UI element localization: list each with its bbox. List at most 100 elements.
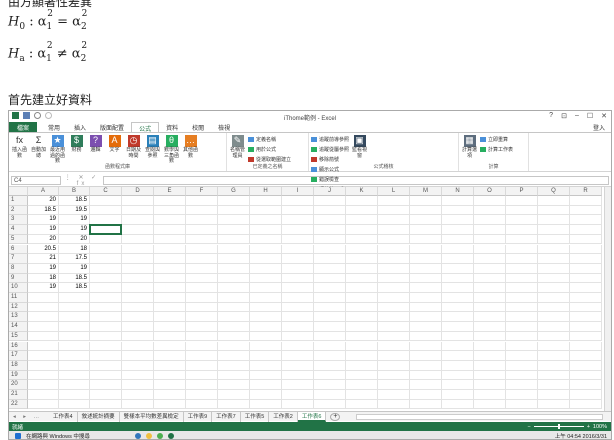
cell[interactable] xyxy=(410,312,442,323)
cell[interactable] xyxy=(570,234,602,245)
cell[interactable] xyxy=(346,399,378,410)
cell[interactable] xyxy=(506,283,538,293)
cell[interactable] xyxy=(90,263,122,274)
cell[interactable] xyxy=(474,196,506,206)
cell[interactable] xyxy=(410,399,442,410)
cell[interactable] xyxy=(282,312,314,323)
cell[interactable] xyxy=(410,283,442,293)
cell[interactable] xyxy=(410,341,442,352)
cell[interactable] xyxy=(474,254,506,264)
cell[interactable] xyxy=(506,273,538,284)
cell[interactable] xyxy=(90,205,122,216)
column-header[interactable]: L xyxy=(378,187,410,196)
cell[interactable] xyxy=(314,370,346,381)
cell[interactable] xyxy=(346,312,378,323)
cell[interactable] xyxy=(186,283,218,293)
row-header[interactable]: 13 xyxy=(9,312,28,323)
cell[interactable] xyxy=(186,331,218,342)
column-header[interactable]: E xyxy=(154,187,186,196)
tab-review[interactable]: 校閱 xyxy=(185,122,211,132)
cell[interactable] xyxy=(346,225,378,235)
cell[interactable]: 19 xyxy=(28,225,59,235)
cell[interactable] xyxy=(538,293,570,303)
cell[interactable] xyxy=(90,273,122,284)
cell[interactable] xyxy=(570,390,602,400)
cell[interactable] xyxy=(218,390,250,400)
row-header[interactable]: 20 xyxy=(9,380,28,390)
cell[interactable] xyxy=(122,322,154,332)
cell[interactable] xyxy=(538,254,570,264)
cell[interactable] xyxy=(250,380,282,390)
cell[interactable]: 18.5 xyxy=(59,196,90,206)
cell[interactable] xyxy=(59,390,90,400)
cell[interactable] xyxy=(538,322,570,332)
row-header[interactable]: 22 xyxy=(9,399,28,410)
cell[interactable]: 20 xyxy=(28,196,59,206)
row-header[interactable]: 7 xyxy=(9,254,28,264)
ribbon-button-0-1[interactable]: Σ 自動加總 xyxy=(30,135,47,159)
cell[interactable] xyxy=(122,283,154,293)
cell[interactable] xyxy=(442,293,474,303)
ribbon-small-button[interactable]: 定義名稱 xyxy=(248,136,291,143)
select-all-corner[interactable] xyxy=(9,187,28,196)
column-header[interactable]: D xyxy=(122,187,154,196)
cell[interactable] xyxy=(90,341,122,352)
cell[interactable] xyxy=(474,273,506,284)
cell[interactable] xyxy=(154,302,186,313)
cell[interactable] xyxy=(218,254,250,264)
cell[interactable] xyxy=(154,322,186,332)
cell[interactable] xyxy=(250,322,282,332)
cell[interactable] xyxy=(282,205,314,216)
cell[interactable] xyxy=(59,293,90,303)
cell[interactable] xyxy=(218,331,250,342)
cell[interactable] xyxy=(378,390,410,400)
cell[interactable] xyxy=(538,244,570,255)
cell[interactable] xyxy=(378,312,410,323)
cell[interactable] xyxy=(346,196,378,206)
cell[interactable] xyxy=(474,360,506,371)
cell[interactable] xyxy=(378,341,410,352)
ribbon-small-button[interactable]: 從選取範圍建立 xyxy=(248,156,291,163)
cell[interactable] xyxy=(59,312,90,323)
cell[interactable] xyxy=(442,322,474,332)
cell[interactable] xyxy=(378,360,410,371)
ribbon-small-button[interactable]: 用於公式 xyxy=(248,146,291,153)
cell[interactable]: 20 xyxy=(28,234,59,245)
cell[interactable] xyxy=(218,263,250,274)
cell[interactable] xyxy=(250,263,282,274)
cell[interactable] xyxy=(410,244,442,255)
cell[interactable] xyxy=(506,234,538,245)
cell[interactable] xyxy=(378,322,410,332)
cell[interactable] xyxy=(346,205,378,216)
cell[interactable] xyxy=(314,283,346,293)
cell[interactable] xyxy=(90,302,122,313)
cell[interactable] xyxy=(442,380,474,390)
cell[interactable] xyxy=(314,254,346,264)
cell[interactable] xyxy=(282,302,314,313)
cell[interactable] xyxy=(538,331,570,342)
tab-home[interactable]: 常用 xyxy=(41,122,67,132)
row-header[interactable]: 6 xyxy=(9,244,28,255)
cell[interactable] xyxy=(28,360,59,371)
cell[interactable] xyxy=(186,263,218,274)
cell[interactable] xyxy=(442,341,474,352)
cell[interactable] xyxy=(154,293,186,303)
cell[interactable] xyxy=(282,263,314,274)
sheet-tab[interactable]: 敘述統計摘要 xyxy=(78,411,120,422)
cell[interactable] xyxy=(186,273,218,284)
sheet-tab[interactable]: 工作表5 xyxy=(241,411,270,422)
cell[interactable] xyxy=(90,283,122,293)
cell[interactable] xyxy=(154,234,186,245)
ribbon-button-0-4[interactable]: ? 邏輯 xyxy=(87,135,104,154)
cell[interactable] xyxy=(250,205,282,216)
cell[interactable] xyxy=(314,293,346,303)
cell[interactable] xyxy=(474,302,506,313)
cell[interactable] xyxy=(442,360,474,371)
cell[interactable] xyxy=(314,322,346,332)
cell[interactable] xyxy=(122,390,154,400)
cell[interactable] xyxy=(59,302,90,313)
cell[interactable] xyxy=(28,302,59,313)
cell[interactable] xyxy=(346,390,378,400)
cell[interactable] xyxy=(122,273,154,284)
cell[interactable] xyxy=(250,215,282,226)
